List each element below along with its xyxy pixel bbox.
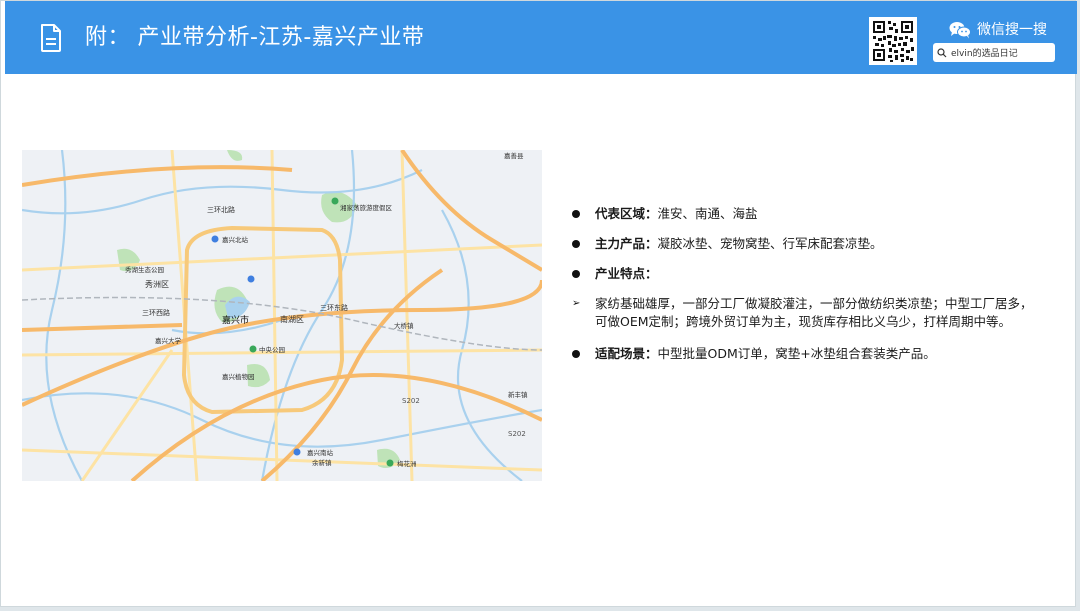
map-label-town1: 嘉善县 — [504, 151, 524, 160]
list-item-products: 主力产品：凝胶冰垫、宠物窝垫、行军床配套凉垫。 — [572, 235, 1042, 253]
products-label: 主力产品： — [595, 236, 658, 251]
features-detail-text: 家纺基础雄厚，一部分工厂做凝胶灌注，一部分做纺织类凉垫；中型工厂居多，可做OEM… — [595, 296, 1033, 329]
map-label-poi4: 嘉兴大学 — [155, 336, 182, 345]
analysis-list: 代表区域：淮安、南通、海盐 主力产品：凝胶冰垫、宠物窝垫、行军床配套凉垫。 产业… — [572, 205, 1042, 375]
map-label-poi6: 嘉兴植物园 — [222, 372, 255, 381]
page-title: 附： 产业带分析-江苏-嘉兴产业带 — [85, 25, 425, 50]
map-label-poi2: 嘉兴南站 — [307, 448, 334, 457]
document-icon — [41, 24, 61, 52]
map-label-poi3: 中央公园 — [259, 345, 285, 354]
qr-code — [869, 17, 917, 65]
bullet-icon — [572, 350, 580, 358]
map-label-town2: 大桥镇 — [394, 321, 414, 330]
map-label-city: 嘉兴市 — [222, 314, 249, 326]
bullet-icon — [572, 240, 580, 248]
map-label-district2: 南湖区 — [280, 314, 304, 324]
map-canvas: 三环北路 三环东路 三环西路 秀洲区 南湖区 嘉兴市 嘉兴北站 嘉兴南站 中央公… — [22, 150, 542, 481]
list-item-features: 产业特点： — [572, 265, 1042, 283]
products-value: 凝胶冰垫、宠物窝垫、行军床配套凉垫。 — [657, 236, 883, 251]
scenarios-label: 适配场景： — [595, 346, 658, 361]
search-icon — [937, 47, 947, 57]
map-label-road2: 三环东路 — [320, 303, 348, 312]
map-label-poi7: 秀湖生态公园 — [125, 265, 164, 274]
list-item-scenarios: 适配场景：中型批量ODM订单，窝垫+冰垫组合套装类产品。 — [572, 345, 1042, 363]
list-item-features-detail: ➢ 家纺基础雄厚，一部分工厂做凝胶灌注，一部分做纺织类凉垫；中型工厂居多，可做O… — [572, 295, 1042, 331]
region-label: 代表区域： — [595, 206, 658, 221]
map-label-town4: 新丰镇 — [508, 390, 528, 399]
map-label-road3: 三环西路 — [142, 308, 170, 317]
map-label-hwy2: S202 — [508, 430, 526, 438]
region-value: 淮安、南通、海盐 — [657, 206, 758, 221]
slide: 附： 产业带分析-江苏-嘉兴产业带 微信搜一搜 elvin的选品日记 三环北路 … — [0, 0, 1077, 607]
wechat-icon — [949, 22, 971, 39]
search-input[interactable]: elvin的选品日记 — [951, 46, 1018, 59]
map-label-hwy1: S202 — [402, 397, 420, 405]
bullet-icon — [572, 270, 580, 278]
bullet-icon — [572, 210, 580, 218]
wechat-search-label: 微信搜一搜 — [977, 22, 1047, 38]
map-label-poi5: 梅花洲 — [397, 459, 417, 468]
map-label-district1: 秀洲区 — [145, 279, 169, 289]
map-label-town3: 余新镇 — [312, 458, 332, 467]
wechat-search-banner: 微信搜一搜 — [949, 19, 1047, 41]
search-box[interactable]: elvin的选品日记 — [933, 43, 1055, 62]
header-bar: 附： 产业带分析-江苏-嘉兴产业带 微信搜一搜 elvin的选品日记 — [5, 1, 1077, 74]
map-label-poi1: 嘉兴北站 — [222, 235, 249, 244]
map-label-poi8: 湘家荡旅游度假区 — [340, 203, 393, 212]
list-item-region: 代表区域：淮安、南通、海盐 — [572, 205, 1042, 223]
map-label-road1: 三环北路 — [207, 205, 235, 214]
features-label: 产业特点： — [595, 266, 658, 281]
scenarios-value: 中型批量ODM订单，窝垫+冰垫组合套装类产品。 — [657, 346, 936, 361]
map-image: 三环北路 三环东路 三环西路 秀洲区 南湖区 嘉兴市 嘉兴北站 嘉兴南站 中央公… — [22, 150, 542, 481]
arrow-bullet-icon: ➢ — [572, 298, 581, 309]
